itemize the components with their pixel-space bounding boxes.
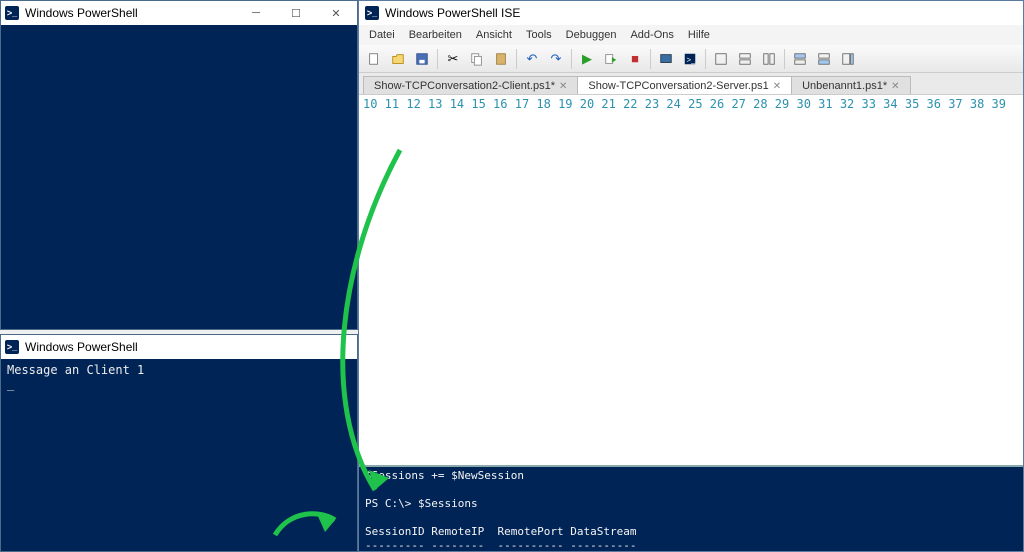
layout-2-icon[interactable] [734,48,756,70]
save-icon[interactable] [411,48,433,70]
powershell-window-top[interactable]: >_ Windows PowerShell ─ ☐ ✕ [0,0,358,330]
code-line[interactable]: $NewSession | Add-Member -MemberType Not… [1012,457,1023,465]
code-line[interactable]: $NewSession | Add-Member -MemberType Not… [1012,277,1023,292]
close-button[interactable]: ✕ [319,2,353,24]
code-line[interactable]: # Daten an 1. Session senden [1012,322,1023,337]
code-area[interactable]: $Port = 9005 # TCP-Server starten $TcpSe… [1012,95,1023,465]
menu-ansicht[interactable]: Ansicht [470,27,518,43]
code-line[interactable] [1012,172,1023,187]
redo-icon[interactable]: ↷ [545,48,567,70]
cut-icon[interactable]: ✂ [442,48,464,70]
code-line[interactable] [1012,307,1023,322]
maximize-button[interactable]: ☐ [279,2,313,24]
code-line[interactable]: # TCP-Server starten [1012,127,1023,142]
window-title: Windows PowerShell [25,6,138,20]
file-tab[interactable]: Show-TCPConversation2-Server.ps1 ✕ [577,76,792,94]
tab-label: Show-TCPConversation2-Client.ps1* [374,80,555,92]
file-tab[interactable]: Unbenannt1.ps1* ✕ [791,76,910,94]
tab-label: Unbenannt1.ps1* [802,80,887,92]
ps-icon[interactable]: >_ [679,48,701,70]
minimize-button[interactable]: ─ [239,2,273,24]
code-line[interactable]: $NewSession | Add-Member -MemberType Not… [1012,232,1023,247]
copy-icon[interactable] [466,48,488,70]
powershell-window-bottom[interactable]: >_ Windows PowerShell Message an Client … [0,334,358,552]
undo-icon[interactable]: ↶ [521,48,543,70]
line-gutter: 10 11 12 13 14 15 16 17 18 19 20 21 22 2… [359,95,1012,465]
window-title: Windows PowerShell ISE [385,6,520,20]
menubar: DateiBearbeitenAnsichtToolsDebuggenAdd-O… [359,25,1023,45]
new-icon[interactable] [363,48,385,70]
file-tabs: Show-TCPConversation2-Client.ps1*✕Show-T… [359,73,1023,95]
layout-3-icon[interactable] [758,48,780,70]
window-title: Windows PowerShell [25,340,138,354]
code-line[interactable]: $TcpServer.Start() [1012,157,1023,172]
powershell-icon: >_ [5,6,19,20]
run-icon[interactable]: ▶ [576,48,598,70]
code-line[interactable]: $NewSession | Add-Member -MemberType Not… [1012,427,1023,442]
menu-add-ons[interactable]: Add-Ons [624,27,679,43]
toolbar: ✂ ↶ ↷ ▶ ■ >_ [359,45,1023,73]
powershell-icon: >_ [5,340,19,354]
powershell-ise-icon: >_ [365,6,379,20]
menu-debuggen[interactable]: Debuggen [560,27,623,43]
layout-1-icon[interactable] [710,48,732,70]
tab-close-icon[interactable]: ✕ [773,81,781,92]
svg-text:>_: >_ [687,55,697,64]
file-tab[interactable]: Show-TCPConversation2-Client.ps1* ✕ [363,76,578,94]
titlebar[interactable]: >_ Windows PowerShell [1,335,357,359]
remote-icon[interactable] [655,48,677,70]
code-line[interactable]: $Data = [text.Encoding]::Ascii.GetBytes(… [1012,337,1023,352]
tab-close-icon[interactable]: ✕ [891,81,899,92]
menu-hilfe[interactable]: Hilfe [682,27,716,43]
code-line[interactable]: $IncomingClient = $TcpServer.AcceptTcpCl… [1012,397,1023,412]
code-editor[interactable]: 10 11 12 13 14 15 16 17 18 19 20 21 22 2… [359,95,1023,465]
code-line[interactable]: # 2. Session annehmen [1012,382,1023,397]
menu-tools[interactable]: Tools [520,27,558,43]
paste-icon[interactable] [490,48,512,70]
code-line[interactable] [1012,367,1023,382]
stop-icon[interactable]: ■ [624,48,646,70]
code-line[interactable]: $NewSession = New-Object -TypeName PSObj… [1012,412,1023,427]
run-selection-icon[interactable] [600,48,622,70]
code-line[interactable]: $IncomingClient = $TcpServer.AcceptTcpCl… [1012,202,1023,217]
code-line[interactable]: $TcpServer = New-Object System.Net.Socke… [1012,142,1023,157]
tab-close-icon[interactable]: ✕ [559,81,567,92]
ise-console[interactable]: $Sessions += $NewSession PS C:\> $Sessio… [359,465,1023,551]
console-body[interactable] [1,25,357,329]
menu-bearbeiten[interactable]: Bearbeiten [403,27,468,43]
tab-label: Show-TCPConversation2-Server.ps1 [588,80,768,92]
code-line[interactable]: $NewSession | Add-Member -MemberType Not… [1012,247,1023,262]
titlebar[interactable]: >_ Windows PowerShell ISE [359,1,1023,25]
code-line[interactable]: $Port = 9005 [1012,97,1023,112]
open-icon[interactable] [387,48,409,70]
code-line[interactable]: $Sessions[0].DataStream.Write($Data,0,$D… [1012,352,1023,367]
show-console-pane-icon[interactable] [813,48,835,70]
code-line[interactable]: $NewSession | Add-Member -MemberType Not… [1012,262,1023,277]
show-script-pane-icon[interactable] [789,48,811,70]
console-body[interactable]: Message an Client 1 _ [1,359,357,551]
titlebar[interactable]: >_ Windows PowerShell ─ ☐ ✕ [1,1,357,25]
show-command-addon-icon[interactable] [837,48,859,70]
code-line[interactable]: $NewSession = New-Object -TypeName PSObj… [1012,217,1023,232]
code-line[interactable] [1012,112,1023,127]
code-line[interactable]: $Sessions += $NewSession [1012,292,1023,307]
menu-datei[interactable]: Datei [363,27,401,43]
powershell-ise-window[interactable]: >_ Windows PowerShell ISE DateiBearbeite… [358,0,1024,552]
code-line[interactable]: $NewSession | Add-Member -MemberType Not… [1012,442,1023,457]
code-line[interactable]: # 1. Session annehmen [1012,187,1023,202]
